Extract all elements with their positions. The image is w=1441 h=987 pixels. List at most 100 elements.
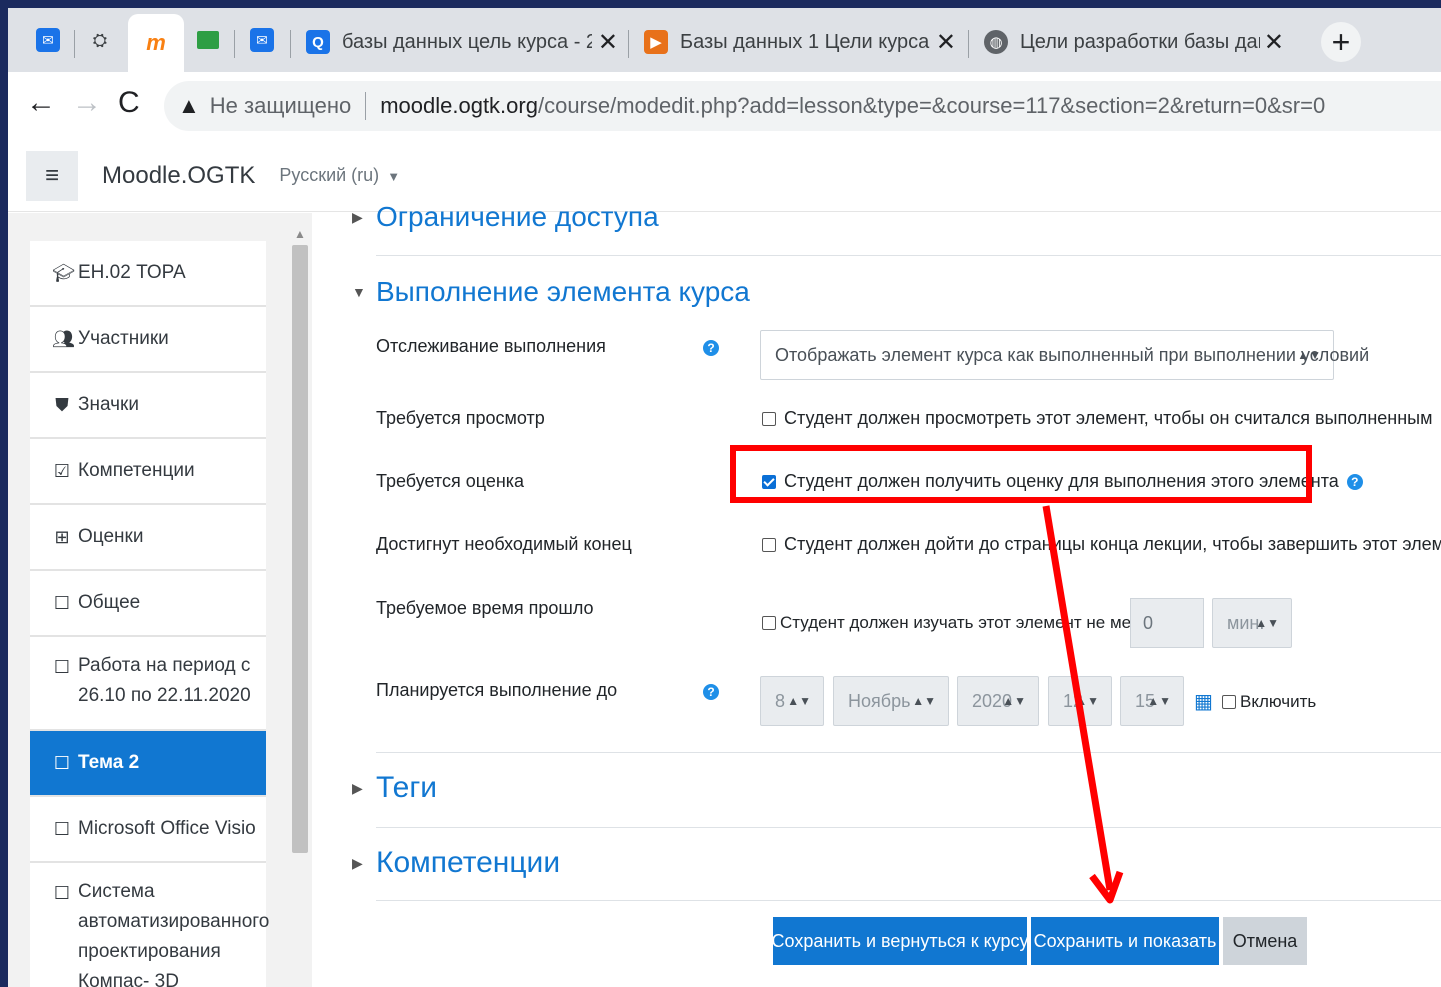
pinned-tab-moodle[interactable]: m — [128, 14, 184, 72]
browser-toolbar: ← → C ▲ Не защищено moodle.ogtk.org/cour… — [8, 72, 1441, 140]
pinned-tab-book[interactable] — [190, 22, 226, 58]
time-unit-select[interactable]: мин. ▲▼ — [1212, 598, 1292, 648]
sidebar-item-competencies[interactable]: ☑ Компетенции — [30, 439, 266, 505]
folder-icon: ☐ — [53, 657, 71, 677]
tab-search[interactable]: Q базы данных цель курса - 25 м ✕ — [306, 22, 618, 62]
moodle-page: ≡ Moodle.OGTK Русский (ru) ▼ 🎓︎ ЕН.02 ТОР… — [8, 140, 1441, 987]
browser-chrome: ✉ ⛭ m ✉ Q базы данных цель курса - 25 м … — [8, 8, 1441, 140]
sidebar-item-course[interactable]: 🎓︎ ЕН.02 ТОРА — [30, 241, 266, 307]
pinned-tab-mail[interactable]: ✉ — [30, 22, 66, 58]
calendar-icon[interactable]: ▦ — [1194, 689, 1213, 714]
view-required-label: Требуется просмотр — [376, 408, 545, 428]
expected-year-select[interactable]: 2020 ▲▼ — [957, 676, 1039, 726]
folder-icon: ☐ — [53, 752, 71, 773]
completion-tracking-select[interactable]: Отображать элемент курса как выполненный… — [760, 330, 1369, 380]
shield-icon: ⛊ — [55, 394, 69, 415]
sidebar-item-topic-2[interactable]: ☐ Тема 2 — [30, 731, 266, 797]
url-host: moodle.ogtk.org — [380, 93, 538, 118]
sidebar-item-label: Компетенции — [78, 460, 195, 481]
cancel-button[interactable]: Отмена — [1223, 917, 1307, 965]
checkbox-unchecked[interactable] — [762, 537, 776, 552]
caret-right-icon: ▶ — [352, 208, 363, 225]
users-icon: 👥︎ — [52, 328, 75, 349]
select-arrows-icon: ▲▼ — [912, 694, 936, 708]
sidebar-item-grades[interactable]: ⊞ Оценки — [30, 505, 266, 571]
sidebar-item-period[interactable]: ☐ Работа на период с 26.10 по 22.11.2020 — [30, 637, 266, 731]
select-arrows-icon: ▲▼ — [1002, 694, 1026, 708]
time-spent-label: Требуемое время прошло — [376, 598, 594, 618]
language-menu[interactable]: Русский (ru) ▼ — [279, 165, 400, 186]
time-spent-checkbox[interactable]: Студент должен изучать этот элемент не м… — [762, 613, 1159, 633]
expected-hour-select[interactable]: 12 ▲▼ — [1048, 676, 1112, 726]
tracking-label: Отслеживание выполнения — [376, 336, 606, 356]
tab-separator — [290, 30, 291, 58]
language-label: Русский (ru) — [279, 165, 380, 185]
end-reached-label: Достигнут необходимый конец — [376, 534, 632, 554]
tab-web[interactable]: ◍ Цели разработки базы данных . ✕ — [984, 22, 1284, 62]
close-icon[interactable]: ✕ — [598, 28, 618, 57]
scroll-up-icon[interactable]: ▲ — [294, 227, 306, 241]
tab-separator — [234, 30, 235, 58]
tab-title: базы данных цель курса - 25 м — [342, 30, 592, 53]
tab-title: Базы данных 1 Цели курса Про — [680, 30, 930, 53]
section-divider — [376, 900, 1441, 901]
checkbox-unchecked[interactable] — [1222, 695, 1236, 709]
expected-day-select[interactable]: 8 ▲▼ — [760, 676, 824, 726]
save-and-return-button[interactable]: Сохранить и вернуться к курсу — [772, 917, 1028, 965]
section-activity-completion[interactable]: ▼ Выполнение элемента курса — [352, 276, 750, 308]
sidebar-item-general[interactable]: ☐ Общее — [30, 571, 266, 637]
help-icon[interactable]: ? — [703, 684, 719, 700]
menu-toggle-button[interactable]: ≡ — [26, 150, 78, 201]
help-icon[interactable]: ? — [1346, 473, 1363, 490]
close-icon[interactable]: ✕ — [936, 28, 956, 57]
tab-separator — [74, 30, 75, 58]
select-value: Отображать элемент курса как выполненный… — [775, 344, 1370, 365]
expected-month-select[interactable]: Ноябрь ▲▼ — [833, 676, 949, 726]
table-icon: ⊞ — [54, 526, 70, 547]
folder-icon: ☐ — [53, 592, 71, 613]
mail-icon: ✉ — [36, 28, 60, 52]
close-icon[interactable]: ✕ — [1264, 28, 1284, 57]
section-title: Теги — [376, 771, 438, 804]
expected-minute-select[interactable]: 15 ▲▼ — [1120, 676, 1184, 726]
checkbox-unchecked[interactable] — [762, 411, 776, 426]
new-tab-button[interactable]: + — [1321, 22, 1361, 62]
sidebar-scrollbar[interactable]: ▲ — [290, 223, 310, 987]
section-competencies[interactable]: ▶ Компетенции — [352, 846, 560, 880]
time-spent-input[interactable]: 0 — [1130, 598, 1204, 648]
forward-icon[interactable]: → — [72, 86, 102, 120]
sidebar-item-badges[interactable]: ⛊ Значки — [30, 373, 266, 439]
back-icon[interactable]: ← — [26, 86, 56, 120]
sidebar-item-label: Общее — [78, 592, 141, 613]
tab-presentation[interactable]: ▶ Базы данных 1 Цели курса Про ✕ — [644, 22, 956, 62]
select-arrows-icon: ▲▼ — [787, 694, 811, 708]
caret-right-icon: ▶ — [352, 779, 363, 796]
expected-enable-checkbox[interactable]: Включить — [1222, 692, 1316, 712]
site-brand[interactable]: Moodle.OGTK — [102, 162, 255, 190]
reload-icon[interactable]: C — [118, 86, 140, 120]
section-title: Выполнение элемента курса — [376, 276, 750, 307]
sidebar-item-participants[interactable]: 👥︎ Участники — [30, 307, 266, 373]
section-divider — [376, 752, 1441, 753]
section-access-restriction[interactable]: ▶ Ограничение доступа — [352, 201, 659, 233]
section-tags[interactable]: ▶ Теги — [352, 771, 437, 805]
sidebar-item-label: Участники — [78, 328, 169, 349]
select-arrows-icon: ▲▼ — [1075, 694, 1099, 708]
expected-label: Планируется выполнение до — [376, 680, 618, 700]
select-value: Ноябрь — [848, 690, 911, 711]
checkbox-label: Студент должен дойти до страницы конца л… — [784, 534, 1441, 554]
pinned-tab-mail-2[interactable]: ✉ — [244, 22, 280, 58]
view-required-checkbox[interactable]: Студент должен просмотреть этот элемент,… — [762, 408, 1432, 429]
checkbox-unchecked[interactable] — [762, 616, 776, 630]
tab-separator — [968, 30, 969, 58]
help-icon[interactable]: ? — [703, 340, 719, 356]
pinned-tab-app[interactable]: ⛭ — [82, 22, 118, 58]
address-bar[interactable]: ▲ Не защищено moodle.ogtk.org/course/mod… — [164, 81, 1441, 131]
caret-down-icon: ▼ — [352, 284, 366, 300]
annotation-highlight-box — [730, 445, 1312, 503]
sidebar-item-kompas[interactable]: ☐ Система автоматизированного проектиров… — [30, 863, 269, 987]
scrollbar-thumb[interactable] — [292, 245, 308, 853]
save-and-display-button[interactable]: Сохранить и показать — [1031, 917, 1219, 965]
end-reached-checkbox[interactable]: Студент должен дойти до страницы конца л… — [762, 534, 1441, 555]
sidebar-item-visio[interactable]: ☐ Microsoft Office Visio — [30, 797, 266, 863]
